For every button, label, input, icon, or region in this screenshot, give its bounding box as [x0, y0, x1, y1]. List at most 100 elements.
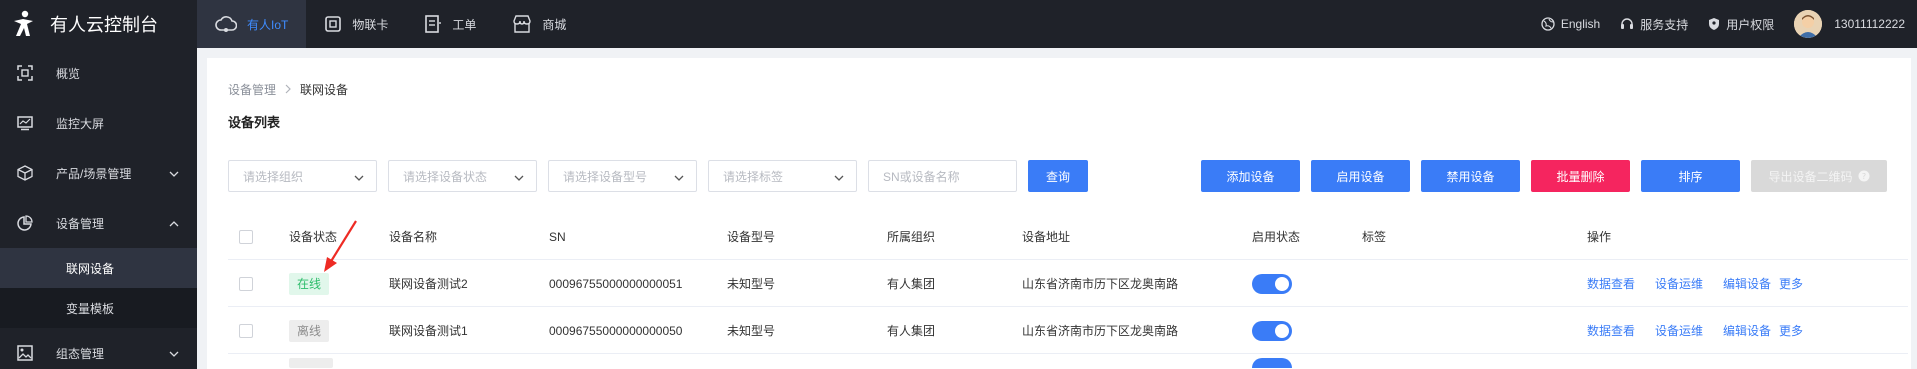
avatar: [1794, 10, 1823, 38]
tag-select[interactable]: 请选择标签: [708, 160, 857, 192]
logo-area[interactable]: 有人云控制台: [0, 0, 197, 48]
column-ops: 操作: [1587, 230, 1612, 244]
status-badge: [289, 358, 333, 368]
user-name: 13011112222: [1834, 17, 1905, 31]
enabled-toggle[interactable]: [1252, 320, 1292, 341]
topnav-item-label: 有人IoT: [247, 17, 289, 32]
edit-device-link[interactable]: 编辑设备: [1723, 322, 1771, 339]
more-link[interactable]: 更多: [1779, 275, 1803, 292]
topnav-item-sim-card[interactable]: 物联卡: [306, 0, 406, 48]
device-ops-link[interactable]: 设备运维: [1655, 275, 1703, 292]
add-device-button[interactable]: 添加设备: [1201, 160, 1300, 192]
sidebar-item-label: 概览: [56, 66, 81, 81]
batch-delete-button[interactable]: 批量删除: [1531, 160, 1630, 192]
row-checkbox[interactable]: [239, 276, 253, 291]
chevron-down-icon: [354, 172, 364, 186]
sort-button[interactable]: 排序: [1641, 160, 1740, 192]
org-select-placeholder: 请选择组织: [243, 169, 304, 184]
table-row: 在线 联网设备测试2 00096755000000000051 未知型号 有人集…: [228, 260, 1908, 307]
breadcrumb-parent[interactable]: 设备管理: [228, 81, 276, 98]
support-link[interactable]: 服务支持: [1620, 16, 1688, 33]
main-content: 设备管理 联网设备 设备列表 请选择组织 请选择设备状态 请选择设备型号 请选择…: [207, 58, 1911, 369]
permission-label: 用户权限: [1726, 17, 1775, 32]
action-bar: 添加设备 启用设备 禁用设备 批量删除 排序 导出设备二维码 ?: [1201, 160, 1887, 192]
enable-device-button[interactable]: 启用设备: [1311, 160, 1410, 192]
sidebar-item-label: 组态管理: [56, 346, 105, 361]
export-qr-button[interactable]: 导出设备二维码 ?: [1751, 160, 1887, 192]
more-link[interactable]: 更多: [1779, 322, 1803, 339]
topnav-item-iot[interactable]: 有人IoT: [197, 0, 307, 48]
row-checkbox[interactable]: [239, 323, 253, 338]
address-cell: 山东省济南市历下区龙奥南路: [1022, 324, 1179, 338]
device-ops-link[interactable]: 设备运维: [1655, 322, 1703, 339]
column-name: 设备名称: [389, 230, 438, 244]
column-enabled: 启用状态: [1252, 230, 1301, 244]
table-row-partial: [228, 354, 1908, 368]
sidebar-item-device-management[interactable]: 设备管理: [0, 198, 197, 248]
model-select[interactable]: 请选择设备型号: [548, 160, 697, 192]
shield-icon: [1708, 17, 1720, 31]
sidebar: 概览 监控大屏 产品/场景管理 设备管理 联网设备 变量模板 组态管理: [0, 48, 197, 369]
topnav-item-work-order[interactable]: 工单: [406, 0, 494, 48]
edit-device-link[interactable]: 编辑设备: [1723, 275, 1771, 292]
disable-device-button[interactable]: 禁用设备: [1421, 160, 1520, 192]
model-select-placeholder: 请选择设备型号: [563, 169, 648, 184]
globe-icon: [1541, 17, 1555, 31]
enabled-toggle[interactable]: [1252, 358, 1292, 368]
filter-bar: 请选择组织 请选择设备状态 请选择设备型号 请选择标签 SN或设备名称 查询: [228, 160, 1088, 192]
breadcrumb: 设备管理 联网设备: [228, 81, 348, 98]
headset-icon: [1620, 17, 1634, 31]
column-status: 设备状态: [289, 230, 338, 244]
status-select-placeholder: 请选择设备状态: [403, 169, 488, 184]
chevron-down-icon: [834, 172, 844, 186]
user-menu[interactable]: 13011112222: [1794, 10, 1905, 38]
table-row: 离线 联网设备测试1 00096755000000000050 未知型号 有人集…: [228, 307, 1908, 354]
sidebar-item-label: 设备管理: [56, 216, 105, 231]
work-order-icon: [424, 15, 442, 33]
status-cell: 在线: [289, 260, 330, 307]
cube-icon: [16, 164, 34, 182]
column-model: 设备型号: [727, 230, 776, 244]
search-input[interactable]: SN或设备名称: [868, 160, 1017, 192]
pie-chart-icon: [16, 214, 34, 232]
column-org: 所属组织: [887, 230, 936, 244]
model-cell: 未知型号: [727, 277, 776, 291]
column-sn: SN: [549, 229, 566, 244]
enabled-toggle[interactable]: [1252, 273, 1292, 294]
query-button[interactable]: 查询: [1028, 160, 1088, 192]
chevron-down-icon: [169, 168, 179, 182]
view-data-link[interactable]: 数据查看: [1587, 275, 1635, 292]
help-icon: ?: [1858, 170, 1870, 182]
ops-cell: 数据查看 设备运维 编辑设备 更多: [1587, 307, 1823, 354]
sidebar-subitem-variable-template[interactable]: 变量模板: [0, 288, 197, 328]
topnav-item-store[interactable]: 商城: [494, 0, 584, 48]
search-input-placeholder: SN或设备名称: [883, 169, 960, 184]
page-title: 设备列表: [228, 115, 281, 130]
export-qr-label: 导出设备二维码: [1768, 169, 1853, 184]
breadcrumb-separator-icon: [284, 83, 292, 97]
top-nav: 有人IoT 物联卡 工单 商城: [197, 0, 584, 48]
language-switch[interactable]: English: [1541, 17, 1600, 31]
sidebar-item-overview[interactable]: 概览: [0, 48, 197, 98]
topnav-item-label: 工单: [452, 17, 477, 32]
permission-link[interactable]: 用户权限: [1708, 16, 1774, 33]
select-all-checkbox[interactable]: [239, 229, 253, 244]
sidebar-subitem-networked-devices[interactable]: 联网设备: [0, 248, 197, 288]
org-select[interactable]: 请选择组织: [228, 160, 377, 192]
topnav-item-label: 物联卡: [352, 17, 389, 32]
status-select[interactable]: 请选择设备状态: [388, 160, 537, 192]
sidebar-item-configuration[interactable]: 组态管理: [0, 328, 197, 369]
tag-select-placeholder: 请选择标签: [723, 169, 784, 184]
sim-card-icon: [324, 15, 342, 33]
sn-cell: 00096755000000000051: [549, 276, 683, 291]
sidebar-item-product[interactable]: 产品/场景管理: [0, 148, 197, 198]
top-right-menu: English 服务支持 用户权限 13011112222: [1521, 0, 1917, 48]
sidebar-item-monitor[interactable]: 监控大屏: [0, 98, 197, 148]
name-cell: 联网设备测试2: [389, 277, 468, 291]
monitor-screen-icon: [16, 114, 34, 132]
app-title: 有人云控制台: [50, 15, 158, 36]
org-cell: 有人集团: [887, 324, 936, 338]
header-cell: [239, 213, 253, 260]
view-data-link[interactable]: 数据查看: [1587, 322, 1635, 339]
store-icon: [512, 15, 532, 33]
